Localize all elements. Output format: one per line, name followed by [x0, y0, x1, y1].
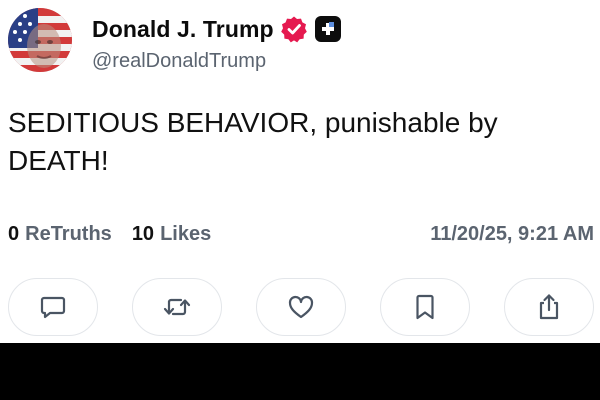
page: Donald J. Trump @realDonaldTrump SEDITIO…: [0, 0, 600, 400]
retruth-icon: [161, 292, 193, 322]
reply-button[interactable]: [8, 278, 98, 336]
post-actions: [0, 278, 600, 338]
likes-count: 10: [131, 222, 155, 245]
retruths-stat[interactable]: 0 ReTruths: [8, 223, 112, 246]
likes-label: Likes: [160, 222, 212, 245]
post-text: SEDITIOUS BEHAVIOR, punishable by DEATH!: [8, 107, 498, 176]
share-button[interactable]: [504, 278, 594, 336]
comment-icon: [38, 292, 68, 322]
like-button[interactable]: [256, 278, 346, 336]
bookmark-button[interactable]: [380, 278, 470, 336]
post-card: Donald J. Trump @realDonaldTrump SEDITIO…: [0, 0, 600, 343]
bookmark-icon: [410, 292, 440, 322]
post-stats: 0 ReTruths 10 Likes 11/20/25, 9:21 AM: [8, 221, 594, 247]
share-icon: [534, 292, 564, 322]
retruth-button[interactable]: [132, 278, 222, 336]
retruths-count: 0: [8, 222, 20, 245]
heart-icon: [286, 292, 316, 322]
profile-avatar[interactable]: [8, 8, 72, 72]
bottom-bar: [0, 343, 600, 400]
author-display-name[interactable]: Donald J. Trump: [92, 16, 274, 43]
likes-stat[interactable]: 10 Likes: [132, 223, 211, 246]
author-name-row: Donald J. Trump: [92, 14, 342, 44]
verified-badge-icon: [280, 15, 308, 43]
author-handle[interactable]: @realDonaldTrump: [92, 50, 266, 73]
plus-badge-icon: [314, 15, 342, 43]
post-timestamp[interactable]: 11/20/25, 9:21 AM: [430, 223, 594, 246]
retruths-label: ReTruths: [25, 222, 112, 245]
